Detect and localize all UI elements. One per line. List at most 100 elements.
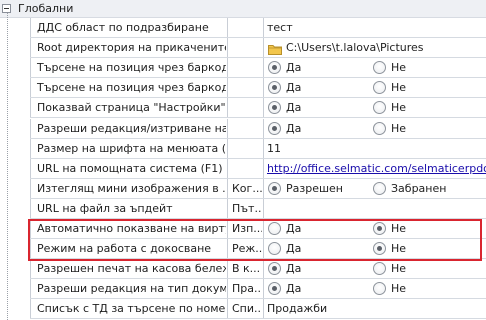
group-title: Глобални: [18, 2, 74, 15]
property-row[interactable]: Разрешен печат на касова бележка В к... Да…: [0, 259, 486, 279]
radio-group[interactable]: Да Не: [264, 259, 486, 279]
radio-option-1[interactable]: [268, 182, 281, 195]
property-name: Режим на работа с докосване: [30, 239, 226, 259]
radio-option-2-label: Не: [391, 242, 407, 255]
property-value-short: [227, 58, 262, 78]
property-editor[interactable]: Продажби: [263, 299, 486, 319]
property-row[interactable]: Разреши редакция/изтриване на ... Да Не: [0, 119, 486, 139]
radio-option-2[interactable]: [373, 282, 386, 295]
property-editor[interactable]: [263, 199, 486, 219]
radio-group[interactable]: Да Не: [264, 119, 486, 139]
property-editor[interactable]: Да Не: [263, 58, 486, 78]
radio-option-2-label: Не: [391, 61, 407, 74]
radio-option-1[interactable]: [268, 81, 281, 94]
radio-option-2[interactable]: [373, 61, 386, 74]
property-row[interactable]: Размер на шрифта на менюата (... 11: [0, 139, 486, 159]
property-name: Разрешен печат на касова бележка: [30, 259, 226, 279]
property-name: Изтеглящ мини изображения в ...: [30, 179, 226, 199]
radio-option-1-label: Да: [286, 61, 302, 74]
property-row[interactable]: Изтеглящ мини изображения в ... Ког... Раз…: [0, 179, 486, 199]
property-editor[interactable]: http://office.selmatic.com/selmaticerpdo…: [263, 159, 486, 179]
property-value-short: Ког...: [227, 179, 262, 199]
property-editor[interactable]: Разрешен Забранен: [263, 179, 486, 199]
property-editor[interactable]: тест: [263, 18, 486, 38]
folder-icon[interactable]: [268, 42, 282, 55]
property-value-short: В к...: [227, 259, 262, 279]
property-editor[interactable]: Да Не: [263, 98, 486, 118]
property-editor[interactable]: Да Не: [263, 239, 486, 259]
radio-group[interactable]: Да Не: [264, 219, 486, 239]
property-name: Разреши редакция/изтриване на ...: [30, 119, 226, 139]
radio-option-2[interactable]: [373, 101, 386, 114]
property-row[interactable]: Търсене на позиция чрез баркод ... Да Не: [0, 58, 486, 78]
property-row[interactable]: Списък с ТД за търсене по номер Спи... Про…: [0, 299, 486, 319]
radio-option-1-label: Да: [286, 282, 302, 295]
property-value-short: [227, 18, 262, 38]
radio-option-2[interactable]: [373, 81, 386, 94]
radio-option-1[interactable]: [268, 262, 281, 275]
property-row[interactable]: URL на помощната система (F1) http://offi…: [0, 159, 486, 179]
radio-option-1[interactable]: [268, 61, 281, 74]
radio-option-2-label: Не: [391, 282, 407, 295]
property-editor[interactable]: Да Не: [263, 259, 486, 279]
property-editor[interactable]: Да Не: [263, 78, 486, 98]
property-name: URL на помощната система (F1): [30, 159, 226, 179]
radio-option-1[interactable]: [268, 282, 281, 295]
property-name: Разреши редакция на тип документ: [30, 279, 226, 299]
property-editor[interactable]: 11: [263, 139, 486, 159]
property-row[interactable]: Root директория на прикачените... C:\User…: [0, 38, 486, 58]
property-editor[interactable]: Да Не: [263, 219, 486, 239]
property-editor-value[interactable]: Продажби: [267, 299, 327, 319]
property-row[interactable]: URL на файл за ъпдейт Път...: [0, 199, 486, 219]
radio-option-2[interactable]: [373, 262, 386, 275]
property-name: Размер на шрифта на менюата (...: [30, 139, 226, 159]
property-value-short: Пра...: [227, 279, 262, 299]
radio-group[interactable]: Да Не: [264, 98, 486, 118]
radio-group[interactable]: Да Не: [264, 78, 486, 98]
property-row[interactable]: Автоматично показване на вирту... Изп... Д…: [0, 219, 486, 239]
radio-group[interactable]: Да Не: [264, 58, 486, 78]
folder-path[interactable]: C:\Users\t.lalova\Pictures: [286, 38, 424, 58]
radio-option-1[interactable]: [268, 101, 281, 114]
radio-option-1-label: Да: [286, 262, 302, 275]
property-value-short: Спи...: [227, 299, 262, 319]
radio-option-2[interactable]: [373, 122, 386, 135]
group-header-globals[interactable]: Глобални: [0, 0, 486, 18]
radio-option-1-label: Да: [286, 101, 302, 114]
radio-option-1[interactable]: [268, 222, 281, 235]
help-url-link[interactable]: http://office.selmatic.com/selmaticerpdo…: [267, 159, 486, 179]
property-editor[interactable]: C:\Users\t.lalova\Pictures: [263, 38, 486, 58]
property-name: Списък с ТД за търсене по номер: [30, 299, 226, 319]
radio-option-1[interactable]: [268, 242, 281, 255]
property-row[interactable]: ДДС област по подразбиране тест: [0, 18, 486, 38]
radio-option-1[interactable]: [268, 122, 281, 135]
property-row[interactable]: Разреши редакция на тип документПра...Да…: [0, 279, 486, 299]
radio-option-2[interactable]: [373, 222, 386, 235]
property-editor[interactable]: Да Не: [263, 119, 486, 139]
property-value-short: [227, 159, 262, 179]
property-value-short: [227, 98, 262, 118]
radio-group[interactable]: Да Не: [264, 279, 486, 299]
radio-option-1-label: Разрешен: [286, 182, 343, 195]
property-editor-value[interactable]: 11: [267, 139, 281, 159]
property-name: Автоматично показване на вирту...: [30, 219, 226, 239]
radio-option-2[interactable]: [373, 242, 386, 255]
property-row[interactable]: Показвай страница "Настройки" Да Не: [0, 98, 486, 118]
property-editor-value[interactable]: тест: [267, 18, 293, 38]
property-row[interactable]: Режим на работа с докосванеРеж... Да Не: [0, 239, 486, 259]
radio-option-2[interactable]: [373, 182, 386, 195]
property-row[interactable]: Търсене на позиция чрез баркод ... Да Не: [0, 78, 486, 98]
radio-option-2-label: Не: [391, 101, 407, 114]
property-value-short: Реж...: [227, 239, 262, 259]
radio-option-1-label: Да: [286, 222, 302, 235]
property-editor[interactable]: Да Не: [263, 279, 486, 299]
property-name: Root директория на прикачените...: [30, 38, 226, 58]
property-name: URL на файл за ъпдейт: [30, 199, 226, 219]
radio-option-2-label: Забранен: [391, 182, 447, 195]
radio-group[interactable]: Да Не: [264, 239, 486, 259]
property-name: Показвай страница "Настройки": [30, 98, 226, 118]
radio-option-2-label: Не: [391, 262, 407, 275]
property-value-short: Изп...: [227, 219, 262, 239]
radio-group[interactable]: Разрешен Забранен: [264, 179, 486, 199]
collapse-icon[interactable]: [2, 4, 11, 13]
